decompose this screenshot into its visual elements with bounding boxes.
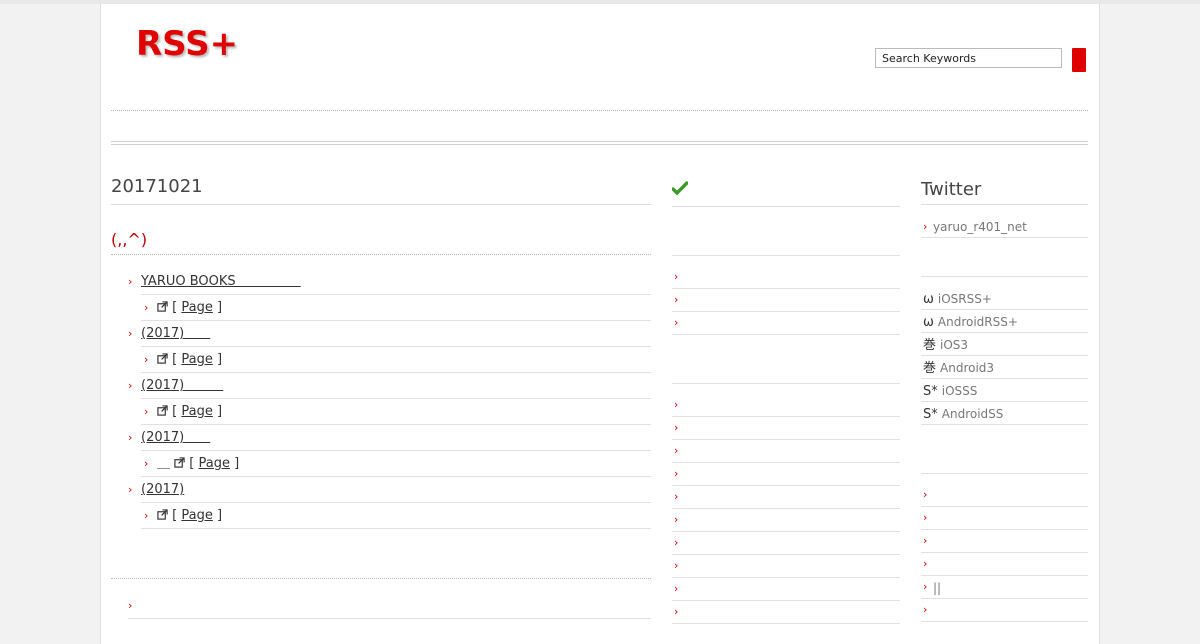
chevron-right-icon: › — [128, 379, 133, 392]
chevron-right-icon[interactable]: › — [128, 593, 132, 619]
entry-title-link[interactable]: (2017) — [141, 378, 223, 393]
omega-icon: ω — [923, 315, 934, 330]
chevron-right-icon: › — [128, 431, 133, 444]
list-item: [ Page ] — [157, 295, 222, 321]
app-link-item[interactable]: ω iOSRSS+ — [923, 288, 992, 311]
page-link[interactable]: Page — [181, 404, 212, 419]
site-logo[interactable]: RSS+ — [136, 24, 238, 64]
external-link-icon[interactable] — [157, 405, 168, 416]
chevron-right-icon[interactable]: › — [923, 597, 927, 623]
search-button[interactable] — [1072, 48, 1086, 72]
chevron-right-icon: › — [128, 483, 133, 496]
chevron-right-icon: › — [144, 509, 149, 522]
entry-title-link[interactable]: (2017) — [141, 430, 210, 445]
twitter-title: Twitter — [921, 179, 982, 200]
external-link-icon[interactable] — [157, 353, 168, 364]
list-item: [ Page ] — [157, 503, 222, 529]
page-link[interactable]: Page — [181, 300, 212, 315]
chevron-right-icon: › — [144, 353, 149, 366]
ss-icon: S* — [923, 407, 938, 422]
external-link-icon[interactable] — [157, 509, 168, 520]
list-item[interactable]: (2017) — [141, 477, 184, 503]
entry-title-link[interactable]: (2017) — [141, 326, 210, 341]
app-link-item[interactable]: 巻 Android3 — [923, 357, 994, 380]
entry-title-link[interactable]: (2017) — [141, 482, 184, 497]
chevron-right-icon[interactable]: › — [674, 599, 678, 625]
app-link-item[interactable]: S* iOSSS — [923, 380, 977, 403]
divider — [111, 110, 1088, 111]
app-link-item[interactable]: S* AndroidSS — [923, 403, 1003, 426]
check-icon — [672, 181, 688, 196]
list-item: [ Page ] — [157, 399, 222, 425]
section-title[interactable]: (,,^) — [111, 230, 147, 249]
sidebar-link[interactable]: || — [933, 577, 941, 600]
omega-icon: ω — [923, 292, 934, 307]
chevron-right-icon: › — [128, 275, 133, 288]
chevron-right-icon: › — [128, 327, 133, 340]
external-link-icon[interactable] — [157, 301, 168, 312]
chevron-right-icon[interactable]: › — [674, 310, 678, 336]
chevron-right-icon: › — [144, 457, 149, 470]
chevron-right-icon: › — [144, 301, 149, 314]
app-link-item[interactable]: 巻 iOS3 — [923, 334, 968, 357]
app-link-item[interactable]: ω AndroidRSS+ — [923, 311, 1018, 334]
page-date-title: 20171021 — [111, 176, 203, 197]
list-item[interactable]: (2017) — [141, 321, 210, 347]
header-divider — [111, 141, 1088, 145]
list-item: ＿ [ Page ] — [157, 456, 240, 471]
page-link[interactable]: Page — [181, 508, 212, 523]
chevron-right-icon: › — [144, 405, 149, 418]
scroll-icon: 巻 — [923, 338, 937, 353]
twitter-user-link[interactable]: yaruo_r401_net — [933, 216, 1027, 239]
entry-title-link[interactable]: YARUO BOOKS — [141, 274, 301, 289]
list-item: [ Page ] — [157, 347, 222, 373]
page-link[interactable]: Page — [181, 352, 212, 367]
list-item[interactable]: (2017) — [141, 425, 210, 451]
scroll-icon: 巻 — [923, 361, 937, 376]
list-item[interactable]: (2017) — [141, 373, 223, 399]
external-link-icon[interactable] — [174, 457, 185, 468]
ss-icon: S* — [923, 384, 938, 399]
page-link[interactable]: Page — [199, 456, 230, 471]
list-item[interactable]: YARUO BOOKS — [141, 269, 301, 295]
search-input[interactable]: Search Keywords — [875, 48, 1062, 68]
